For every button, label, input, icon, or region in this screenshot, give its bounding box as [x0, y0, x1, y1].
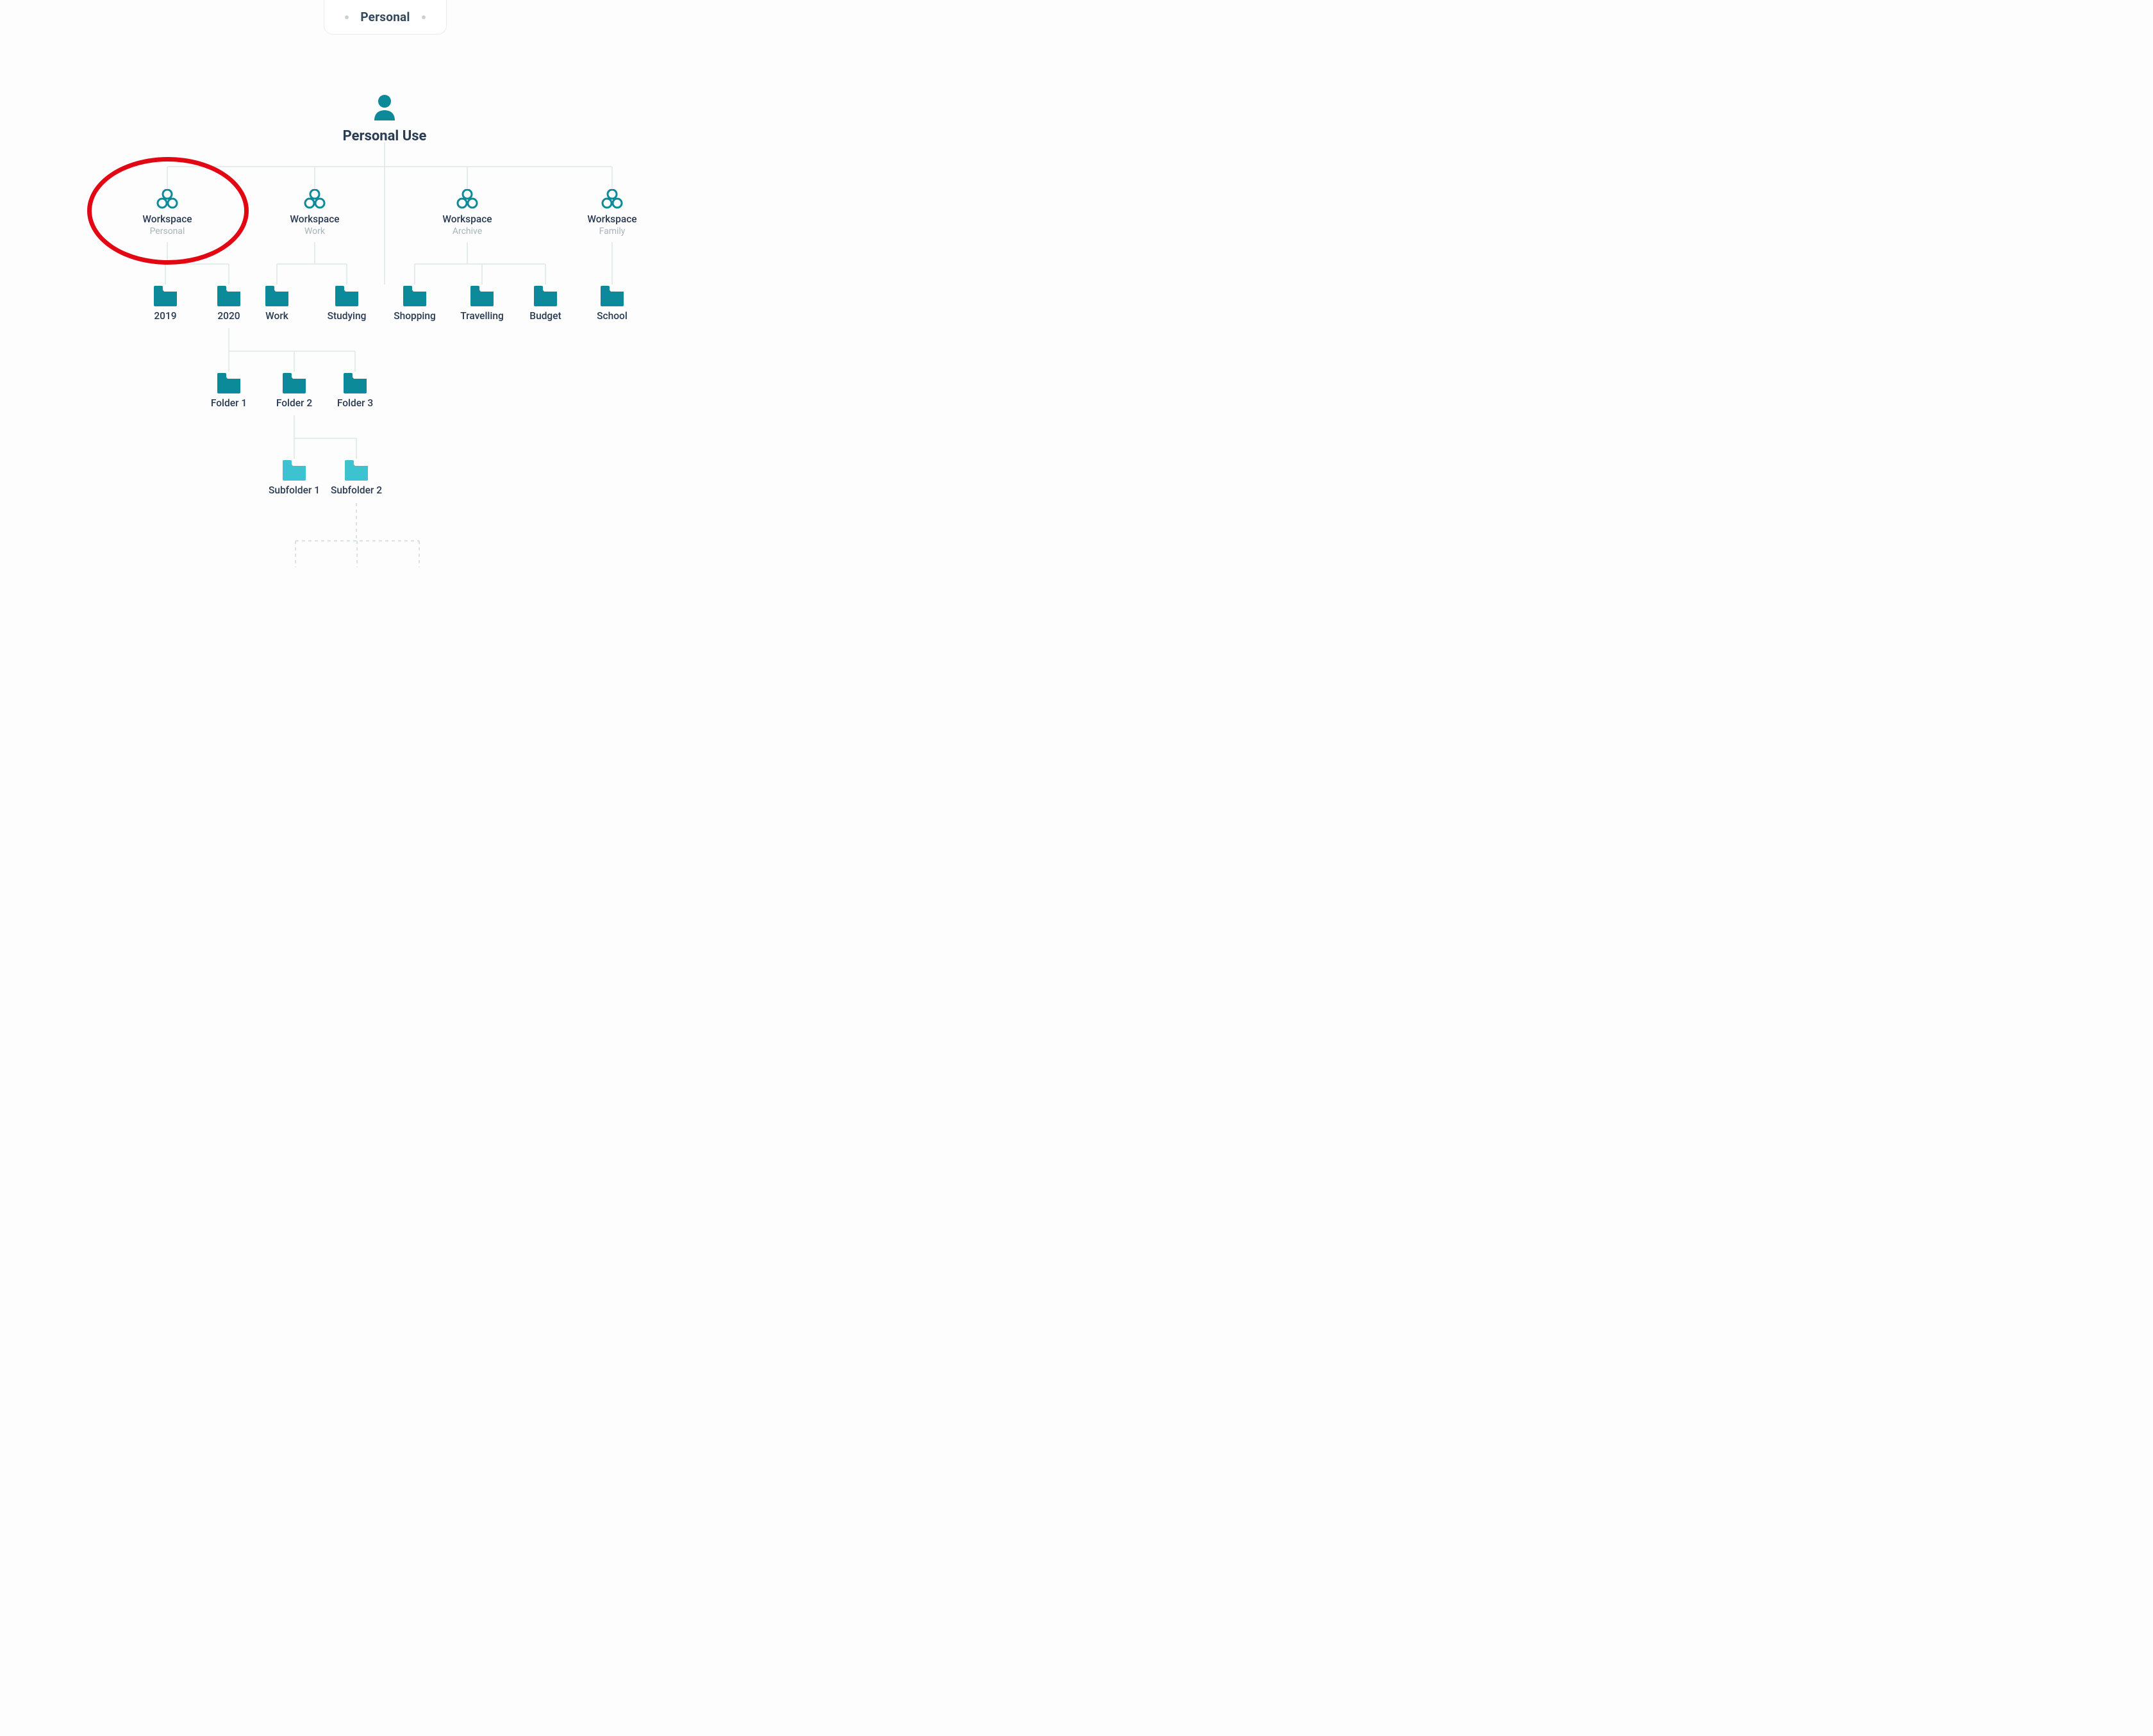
tab-dot-left [345, 15, 349, 19]
folder-icon [599, 285, 625, 306]
folder-icon [264, 285, 290, 306]
root-node[interactable]: Personal Use [359, 94, 410, 144]
folder-icon [153, 285, 178, 306]
folder-school[interactable]: School [590, 285, 635, 322]
folder-label: Folder 3 [337, 397, 373, 409]
folder-label: Folder 1 [211, 397, 247, 409]
workspace-work[interactable]: Workspace Work [283, 189, 347, 236]
workspace-subtitle: Personal [150, 226, 185, 236]
workspace-subtitle: Family [599, 226, 626, 236]
workspace-title: Workspace [442, 213, 492, 225]
folder-icon [469, 285, 495, 306]
workspace-icon [303, 189, 326, 210]
tab-dot-right [422, 15, 426, 19]
workspace-icon [601, 189, 624, 210]
folder-folder2[interactable]: Folder 2 [270, 372, 318, 409]
folder-icon [281, 372, 307, 393]
workspace-title: Workspace [142, 213, 192, 225]
folder-icon [334, 285, 360, 306]
folder-budget[interactable]: Budget [523, 285, 568, 322]
folder-shopping[interactable]: Shopping [388, 285, 442, 322]
workspace-subtitle: Work [304, 226, 325, 236]
folder-subfolder2[interactable]: Subfolder 2 [327, 459, 386, 496]
folder-label: Subfolder 1 [269, 484, 320, 496]
folder-label: Travelling [460, 310, 504, 322]
folder-icon [281, 459, 307, 481]
tab-personal[interactable]: Personal [324, 0, 447, 35]
folder-icon [216, 285, 242, 306]
workspace-icon [156, 189, 179, 210]
folder-work[interactable]: Work [258, 285, 296, 322]
tab-label: Personal [360, 10, 410, 24]
folder-label: 2019 [154, 310, 176, 322]
folder-subfolder1[interactable]: Subfolder 1 [265, 459, 324, 496]
folder-icon [342, 372, 368, 393]
folder-label: 2020 [217, 310, 240, 322]
workspace-icon [456, 189, 479, 210]
folder-label: Budget [529, 310, 561, 322]
folder-2019[interactable]: 2019 [146, 285, 185, 322]
folder-label: Shopping [394, 310, 436, 322]
folder-label: Folder 2 [276, 397, 312, 409]
root-label: Personal Use [343, 128, 427, 144]
workspace-archive[interactable]: Workspace Archive [435, 189, 499, 236]
folder-folder1[interactable]: Folder 1 [205, 372, 253, 409]
folder-label: Work [265, 310, 288, 322]
workspace-personal[interactable]: Workspace Personal [135, 189, 199, 236]
folder-label: Studying [328, 310, 367, 322]
user-icon [372, 94, 397, 122]
folder-icon [533, 285, 558, 306]
folder-2020[interactable]: 2020 [210, 285, 248, 322]
folder-icon [216, 372, 242, 393]
folder-folder3[interactable]: Folder 3 [331, 372, 379, 409]
folder-icon [344, 459, 369, 481]
folder-studying[interactable]: Studying [322, 285, 371, 322]
folder-label: School [597, 310, 628, 322]
workspace-title: Workspace [587, 213, 636, 225]
folder-icon [402, 285, 428, 306]
folder-travelling[interactable]: Travelling [455, 285, 509, 322]
workspace-family[interactable]: Workspace Family [580, 189, 644, 236]
workspace-title: Workspace [290, 213, 339, 225]
folder-label: Subfolder 2 [331, 484, 382, 496]
workspace-subtitle: Archive [453, 226, 482, 236]
